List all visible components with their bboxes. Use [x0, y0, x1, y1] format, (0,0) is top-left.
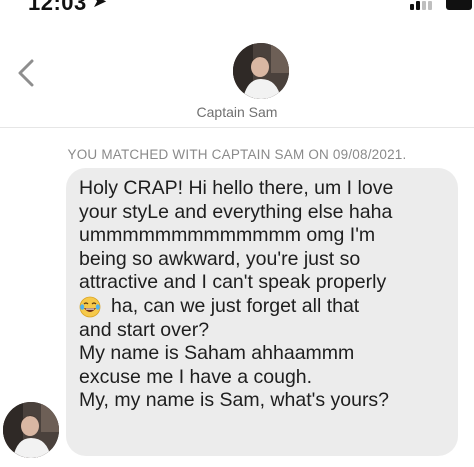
- avatar-photo: [3, 402, 59, 458]
- contact-name[interactable]: Captain Sam: [0, 104, 474, 120]
- message-line-with-emoji: ha, can we just forget all that: [79, 295, 448, 319]
- cellular-signal-icon: [408, 0, 438, 14]
- message-line: your styLe and everything else haha: [79, 200, 393, 223]
- status-bar: 12:03 ➤: [0, 0, 474, 14]
- message-line: being so awkward, you're just so: [79, 247, 361, 270]
- message-line: My, my name is Sam, what's yours?: [79, 389, 390, 412]
- match-notice: YOU MATCHED WITH CAPTAIN SAM ON 09/08/20…: [67, 147, 407, 162]
- message-line: and start over?: [79, 318, 210, 341]
- laughing-crying-emoji-icon: [79, 296, 101, 318]
- sender-avatar[interactable]: [3, 402, 59, 458]
- message-bubble[interactable]: Holy CRAP! Hi hello there, um I love you…: [66, 168, 458, 456]
- message-line: attractive and I can't speak properly: [79, 271, 387, 294]
- chevron-left-icon: [18, 59, 34, 87]
- message-line: excuse me I have a cough.: [79, 365, 313, 388]
- battery-icon: [446, 0, 472, 10]
- status-time: 12:03: [28, 0, 87, 14]
- location-arrow-icon: ➤: [92, 0, 108, 11]
- avatar-photo: [233, 43, 289, 99]
- message-line: Holy CRAP! Hi hello there, um I love: [79, 177, 394, 199]
- message-line: My name is Saham ahhaammm: [79, 342, 355, 365]
- message-line: ummmmmmmmmmmmm omg I'm: [79, 224, 376, 247]
- contact-avatar[interactable]: [233, 43, 289, 99]
- header-divider: [0, 127, 474, 128]
- message-line: ha, can we just forget all that: [111, 294, 360, 317]
- back-button[interactable]: [12, 58, 40, 88]
